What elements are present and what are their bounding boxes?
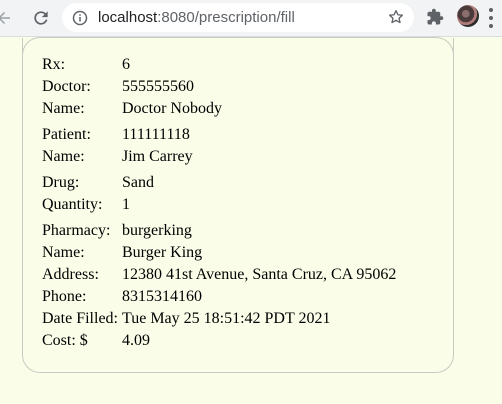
patient-row: Patient: 111111118: [42, 124, 193, 146]
kebab-menu-icon[interactable]: [488, 8, 494, 28]
doctor-row: Doctor: 555555560: [42, 76, 222, 98]
bookmark-star-icon[interactable]: [388, 9, 404, 25]
rx-doctor-section: Rx: 6 Doctor: 555555560 Name: Doctor Nobody: [42, 54, 222, 120]
phone-label: Phone:: [42, 288, 87, 305]
quantity-row: Quantity: 1: [42, 194, 154, 216]
arrow-left-icon: [0, 12, 10, 24]
doctor-name-row: Name: Doctor Nobody: [42, 98, 222, 120]
browser-toolbar: localhost:8080/prescription/fill: [0, 0, 502, 37]
rx-row: Rx: 6: [42, 54, 222, 76]
date-filled-row: Date Filled: Tue May 25 18:51:42 PDT 2021: [42, 308, 396, 330]
url-path: :8080/prescription/fill: [157, 9, 295, 26]
pharmacy-name-row: Name: Burger King: [42, 242, 396, 264]
doctor-value: 555555560: [122, 78, 194, 95]
date-filled-label: Date Filled:: [42, 310, 118, 327]
pharmacy-label: Pharmacy:: [42, 222, 111, 239]
address-row: Address: 12380 41st Avenue, Santa Cruz, C…: [42, 264, 396, 286]
date-filled-value: Tue May 25 18:51:42 PDT 2021: [122, 310, 331, 327]
url-text: localhost:8080/prescription/fill: [98, 9, 295, 26]
cost-label: Cost: $: [42, 332, 88, 349]
address-bar[interactable]: localhost:8080/prescription/fill: [62, 3, 414, 32]
patient-name-row: Name: Jim Carrey: [42, 146, 193, 168]
prescription-card: Rx: 6 Doctor: 555555560 Name: Doctor Nobody…: [22, 37, 454, 373]
patient-label: Patient:: [42, 126, 91, 143]
info-icon[interactable]: [72, 10, 88, 26]
patient-section: Patient: 111111118 Name: Jim Carrey: [42, 124, 193, 168]
patient-value: 111111118: [122, 126, 190, 143]
drug-row: Drug: Sand: [42, 172, 154, 194]
phone-value: 8315314160: [122, 288, 202, 305]
doctor-label: Doctor:: [42, 78, 91, 95]
url-host: localhost: [98, 9, 158, 26]
pharmacy-value: burgerking: [122, 222, 192, 239]
drug-value: Sand: [122, 174, 154, 191]
pharmacy-name-label: Name:: [42, 244, 85, 261]
cost-row: Cost: $ 4.09: [42, 330, 396, 352]
address-value: 12380 41st Avenue, Santa Cruz, CA 95062: [122, 266, 397, 283]
address-label: Address:: [42, 266, 99, 283]
cost-value: 4.09: [122, 332, 150, 349]
quantity-value: 1: [122, 196, 130, 213]
reload-icon: [34, 11, 48, 25]
doctor-name-label: Name:: [42, 100, 85, 117]
patient-name-label: Name:: [42, 148, 85, 165]
reload-button[interactable]: [29, 6, 53, 30]
phone-row: Phone: 8315314160: [42, 286, 396, 308]
profile-avatar[interactable]: [457, 5, 479, 27]
pharmacy-name-value: Burger King: [122, 244, 203, 261]
pharmacy-row: Pharmacy: burgerking: [42, 220, 396, 242]
drug-section: Drug: Sand Quantity: 1: [42, 172, 154, 216]
drug-label: Drug:: [42, 174, 80, 191]
back-button[interactable]: [0, 6, 16, 30]
doctor-name-value: Doctor Nobody: [122, 100, 222, 117]
rx-label: Rx:: [42, 56, 66, 73]
pharmacy-section: Pharmacy: burgerking Name: Burger King Add…: [42, 220, 396, 352]
rx-value: 6: [122, 56, 130, 73]
patient-name-value: Jim Carrey: [122, 148, 193, 165]
quantity-label: Quantity:: [42, 196, 103, 213]
extensions-puzzle-icon[interactable]: [426, 8, 444, 26]
